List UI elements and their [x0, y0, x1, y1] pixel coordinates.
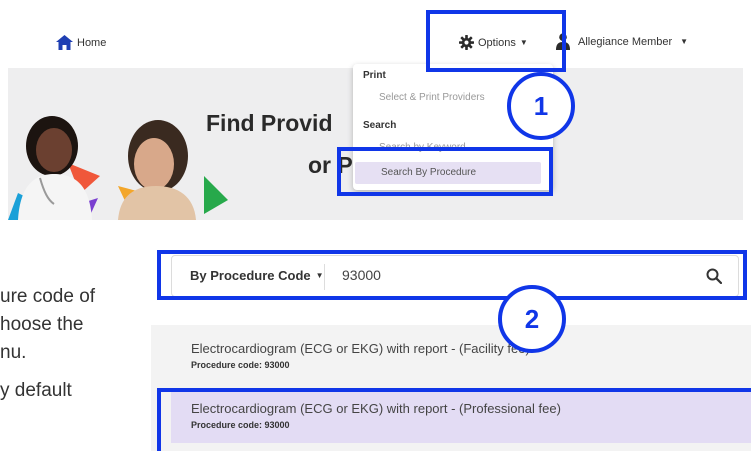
hero-title-line1: Find Provid — [206, 110, 333, 136]
navbar: Home Options ▼ Allegiance Member ▼ — [8, 20, 743, 68]
step-badge-1: 1 — [507, 72, 575, 140]
result-title: Electrocardiogram (ECG or EKG) with repo… — [191, 341, 530, 356]
result-code: Procedure code: 93000 — [191, 360, 290, 370]
home-link[interactable]: Home — [56, 35, 106, 50]
highlight-options-menu — [426, 10, 566, 72]
menu-item-select-print-providers[interactable]: Select & Print Providers — [379, 92, 485, 103]
highlight-search-by-procedure — [337, 147, 553, 196]
hero-illustration — [8, 116, 228, 220]
print-section-header: Print — [363, 70, 386, 81]
search-section-header: Search — [363, 120, 397, 131]
chevron-down-icon: ▼ — [680, 37, 689, 46]
home-icon — [56, 35, 73, 50]
home-label: Home — [77, 36, 107, 49]
member-label: Allegiance Member — [578, 35, 673, 48]
instruction-text-line1: ure code of — [0, 286, 96, 307]
instruction-text-line3: nu. — [0, 342, 27, 363]
step-badge-2: 2 — [498, 285, 566, 353]
result-item-facility-fee[interactable]: Electrocardiogram (ECG or EKG) with repo… — [171, 325, 751, 383]
member-menu-button[interactable]: Allegiance Member ▼ — [556, 33, 688, 50]
instruction-text-line2: hoose the — [0, 314, 84, 335]
highlight-search-bar — [157, 250, 747, 300]
highlight-professional-fee-result — [157, 388, 751, 451]
instruction-text-line4: y default — [0, 380, 72, 401]
tutorial-composite: Home Options ▼ Allegiance Member ▼ Find … — [0, 0, 751, 451]
